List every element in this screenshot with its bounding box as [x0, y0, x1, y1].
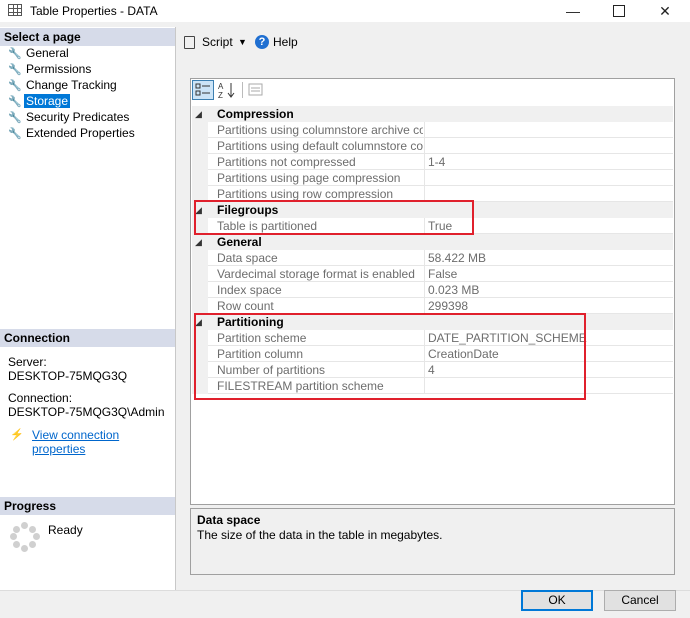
- description-panel: Data space The size of the data in the t…: [190, 508, 675, 575]
- category-general[interactable]: ◢ General: [192, 234, 673, 250]
- collapse-icon[interactable]: ◢: [195, 106, 202, 122]
- connection-value: DESKTOP-75MQG3Q\Admin: [8, 405, 165, 419]
- property-name: Row count: [217, 299, 274, 313]
- property-row[interactable]: Index space 0.023 MB: [192, 282, 673, 298]
- connection-plug-icon: ⚡: [10, 429, 24, 441]
- property-row[interactable]: Vardecimal storage format is enabled Fals…: [192, 266, 673, 282]
- category-compression[interactable]: ◢ Compression: [192, 106, 673, 122]
- property-name: Index space: [217, 283, 282, 297]
- wrench-icon: 🔧: [8, 64, 22, 76]
- collapse-icon[interactable]: ◢: [195, 234, 202, 250]
- script-dropdown-icon[interactable]: ▼: [238, 37, 247, 47]
- filegroups-highlight-box: [194, 200, 474, 235]
- property-row[interactable]: Partitions using page compression: [192, 170, 673, 186]
- page-item-security-predicates[interactable]: 🔧 Security Predicates: [8, 110, 131, 125]
- progress-spinner-icon: [10, 522, 40, 552]
- page-item-label: Storage: [24, 94, 71, 108]
- progress-status: Ready: [48, 523, 83, 537]
- help-button[interactable]: Help: [273, 35, 298, 49]
- minimize-button[interactable]: —: [550, 0, 596, 22]
- property-row[interactable]: Partitions using default columnstore com…: [192, 138, 673, 154]
- sort-az-icon: A Z: [218, 82, 235, 100]
- wrench-icon: 🔧: [8, 96, 22, 108]
- property-value: 299398: [428, 299, 469, 313]
- wrench-icon: 🔧: [8, 80, 22, 92]
- property-name: Partitions using page compression: [217, 171, 401, 185]
- connection-header: Connection: [0, 329, 175, 347]
- alphabetical-view-button[interactable]: A Z: [216, 80, 238, 100]
- property-name: Partitions using default columnstore com…: [217, 139, 423, 153]
- page-item-label: Permissions: [26, 62, 92, 76]
- left-panel: Select a page 🔧 General 🔧 Permissions 🔧 Cha…: [0, 27, 176, 590]
- property-row[interactable]: Partitions using columnstore archive com…: [192, 122, 673, 138]
- wrench-icon: 🔧: [8, 128, 22, 140]
- script-icon: [184, 36, 195, 49]
- close-button[interactable]: ✕: [642, 0, 688, 22]
- toolbar-separator: [242, 82, 243, 98]
- progress-header: Progress: [0, 497, 175, 515]
- property-row[interactable]: Row count 299398: [192, 298, 673, 314]
- page-item-extended-properties[interactable]: 🔧 Extended Properties: [8, 126, 137, 141]
- wrench-icon: 🔧: [8, 48, 22, 60]
- wrench-icon: 🔧: [8, 112, 22, 124]
- property-name: Data space: [217, 251, 278, 265]
- category-label: Compression: [217, 107, 294, 121]
- server-label: Server:: [8, 355, 47, 369]
- ok-button[interactable]: OK: [521, 590, 593, 611]
- window-title: Table Properties - DATA: [30, 4, 158, 18]
- maximize-icon: [613, 5, 625, 18]
- page-item-storage[interactable]: 🔧 Storage: [8, 94, 71, 109]
- page-item-change-tracking[interactable]: 🔧 Change Tracking: [8, 78, 119, 93]
- property-value: 1-4: [428, 155, 446, 169]
- property-row[interactable]: Data space 58.422 MB: [192, 250, 673, 266]
- partitioning-highlight-box: [194, 313, 586, 400]
- title-bar: Table Properties - DATA — ✕: [0, 0, 690, 22]
- property-row[interactable]: Partitions not compressed 1-4: [192, 154, 673, 170]
- description-text: The size of the data in the table in meg…: [197, 528, 443, 542]
- server-value: DESKTOP-75MQG3Q: [8, 369, 128, 383]
- svg-text:A: A: [218, 82, 224, 91]
- property-name: Partitions using columnstore archive com…: [217, 123, 423, 137]
- page-item-label: General: [26, 46, 69, 60]
- cancel-button[interactable]: Cancel: [604, 590, 676, 611]
- description-title: Data space: [197, 513, 261, 527]
- select-page-header: Select a page: [0, 28, 175, 46]
- property-pages-button[interactable]: [246, 80, 268, 100]
- property-name: Vardecimal storage format is enabled: [217, 267, 415, 281]
- category-label: General: [217, 235, 262, 249]
- property-pages-icon: [248, 83, 263, 96]
- property-name: Partitions not compressed: [217, 155, 356, 169]
- page-item-label: Change Tracking: [26, 78, 117, 92]
- svg-text:Z: Z: [218, 91, 223, 100]
- categorized-view-button[interactable]: [192, 80, 214, 100]
- table-icon: [8, 4, 22, 16]
- categorized-icon: [195, 83, 210, 96]
- maximize-button[interactable]: [596, 0, 642, 22]
- property-value: 0.023 MB: [428, 283, 480, 297]
- page-item-general[interactable]: 🔧 General: [8, 46, 71, 61]
- view-connection-properties-link[interactable]: View connection properties: [32, 428, 175, 456]
- page-item-label: Security Predicates: [26, 110, 130, 124]
- property-value: False: [428, 267, 458, 281]
- connection-label: Connection:: [8, 391, 73, 405]
- page-item-label: Extended Properties: [26, 126, 135, 140]
- property-value: 58.422 MB: [428, 251, 487, 265]
- toolbar: Script ▼ ? Help: [176, 31, 690, 55]
- script-button[interactable]: Script: [202, 35, 233, 49]
- page-item-permissions[interactable]: 🔧 Permissions: [8, 62, 93, 77]
- help-icon[interactable]: ?: [255, 35, 269, 49]
